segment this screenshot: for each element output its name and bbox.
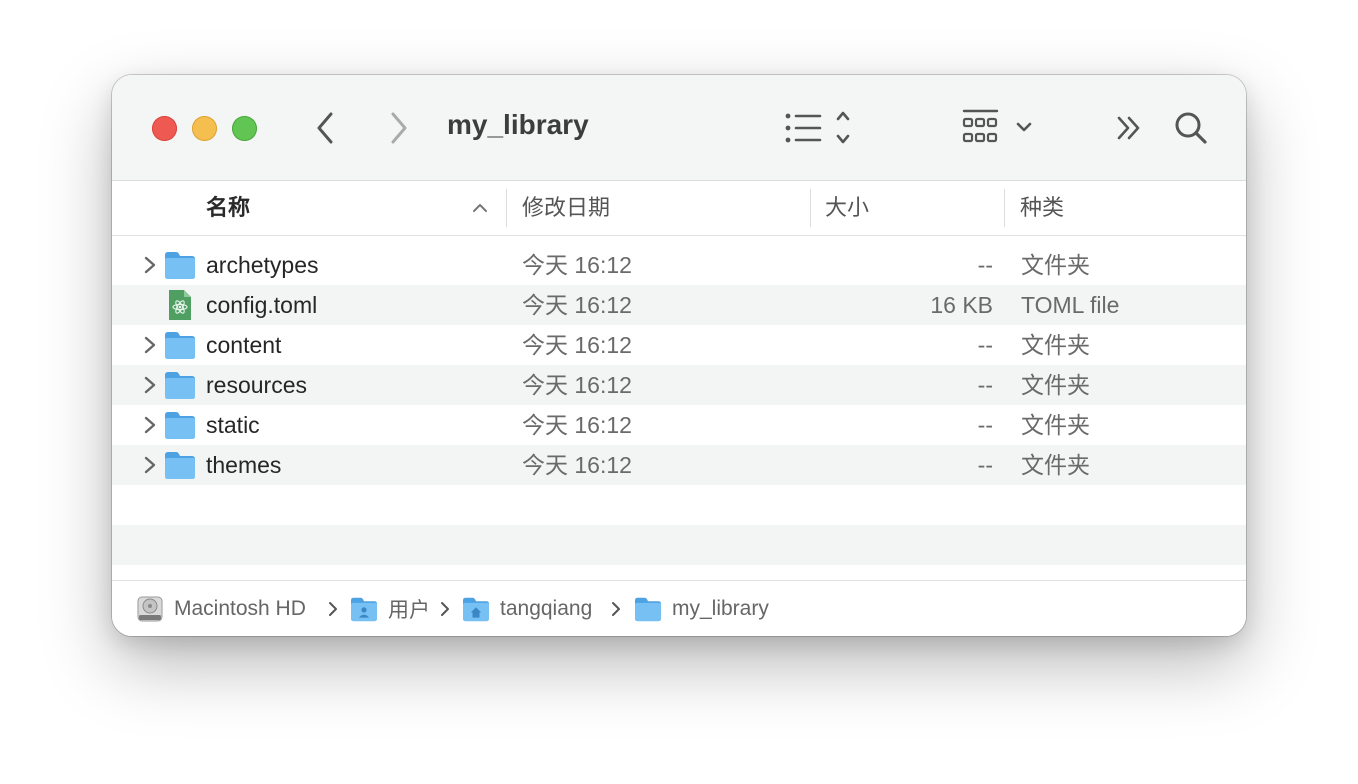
path-crumb-macintosh-hd[interactable]: Macintosh HD bbox=[136, 581, 306, 636]
chevron-left-icon bbox=[317, 112, 333, 144]
disclosure-triangle-icon[interactable] bbox=[140, 455, 160, 475]
folder-icon bbox=[634, 596, 662, 622]
disclosure-triangle-icon[interactable] bbox=[140, 255, 160, 275]
list-view-icon bbox=[785, 111, 850, 144]
file-row-archetypes[interactable]: archetypes 今天 16:12 -- 文件夹 bbox=[112, 245, 1246, 285]
path-crumb-users[interactable]: 用户 bbox=[350, 581, 430, 636]
column-size[interactable]: 大小 bbox=[825, 181, 869, 235]
folder-icon bbox=[165, 252, 195, 279]
file-kind: 文件夹 bbox=[1021, 252, 1090, 278]
file-row-content[interactable]: content 今天 16:12 -- 文件夹 bbox=[112, 325, 1246, 365]
file-row-static[interactable]: static 今天 16:12 -- 文件夹 bbox=[112, 405, 1246, 445]
path-bar: Macintosh HD 用户 tangqiang my_library bbox=[112, 580, 1246, 636]
path-crumb-label: tangqiang bbox=[500, 597, 593, 620]
chevron-right-icon bbox=[391, 112, 407, 144]
path-separator-icon bbox=[441, 602, 449, 616]
file-size: -- bbox=[977, 332, 993, 358]
file-size: -- bbox=[977, 412, 993, 438]
disclosure-triangle-icon[interactable] bbox=[140, 415, 160, 435]
path-crumb-label: Macintosh HD bbox=[174, 597, 306, 620]
file-date: 今天 16:12 bbox=[522, 332, 632, 358]
column-divider[interactable] bbox=[1004, 189, 1005, 227]
forward-button[interactable] bbox=[382, 109, 416, 147]
users-folder-icon bbox=[350, 596, 378, 622]
column-divider[interactable] bbox=[506, 189, 507, 227]
path-crumb-my-library[interactable]: my_library bbox=[634, 581, 769, 636]
disclosure-triangle-icon[interactable] bbox=[140, 375, 160, 395]
window-title: my_library bbox=[447, 109, 589, 140]
path-crumb-label: my_library bbox=[672, 597, 769, 620]
file-name: resources bbox=[206, 372, 307, 398]
search-button[interactable] bbox=[1172, 109, 1210, 147]
file-name: content bbox=[206, 332, 282, 358]
column-header: 名称 修改日期 大小 种类 bbox=[112, 181, 1246, 236]
file-date: 今天 16:12 bbox=[522, 372, 632, 398]
file-size: 16 KB bbox=[930, 292, 993, 318]
empty-row bbox=[112, 525, 1246, 565]
more-toolbar-button[interactable] bbox=[1112, 111, 1146, 145]
group-button[interactable] bbox=[961, 107, 1037, 149]
file-row-config-toml[interactable]: config.toml 今天 16:12 16 KB TOML file bbox=[112, 285, 1246, 325]
file-kind: 文件夹 bbox=[1021, 412, 1090, 438]
file-name: config.toml bbox=[206, 292, 318, 318]
back-button[interactable] bbox=[308, 109, 342, 147]
file-name: archetypes bbox=[206, 252, 319, 278]
path-separator-icon bbox=[612, 602, 620, 616]
toml-file-icon bbox=[169, 290, 191, 320]
zoom-button[interactable] bbox=[232, 116, 257, 141]
path-crumb-label: 用户 bbox=[388, 599, 430, 622]
file-size: -- bbox=[977, 452, 993, 478]
finder-window: my_library 名称 修改日期 大小 种类 archetypes 今天 1… bbox=[112, 75, 1246, 636]
toolbar: my_library bbox=[112, 75, 1246, 181]
file-date: 今天 16:12 bbox=[522, 292, 632, 318]
minimize-button[interactable] bbox=[192, 116, 217, 141]
file-size: -- bbox=[977, 252, 993, 278]
column-date[interactable]: 修改日期 bbox=[522, 181, 610, 235]
file-size: -- bbox=[977, 372, 993, 398]
file-row-resources[interactable]: resources 今天 16:12 -- 文件夹 bbox=[112, 365, 1246, 405]
file-kind: TOML file bbox=[1021, 292, 1120, 318]
path-crumb-home[interactable]: tangqiang bbox=[462, 581, 592, 636]
file-name: themes bbox=[206, 452, 282, 478]
column-name[interactable]: 名称 bbox=[206, 181, 250, 235]
group-grid-icon bbox=[962, 109, 1032, 143]
sort-ascending-icon bbox=[473, 204, 487, 212]
file-date: 今天 16:12 bbox=[522, 412, 632, 438]
file-kind: 文件夹 bbox=[1021, 452, 1090, 478]
home-folder-icon bbox=[462, 596, 490, 622]
file-date: 今天 16:12 bbox=[522, 252, 632, 278]
file-name: static bbox=[206, 412, 260, 438]
file-kind: 文件夹 bbox=[1021, 372, 1090, 398]
view-options-button[interactable] bbox=[780, 107, 860, 149]
folder-icon bbox=[165, 332, 195, 359]
disclosure-triangle-icon[interactable] bbox=[140, 335, 160, 355]
empty-row bbox=[112, 485, 1246, 525]
column-kind[interactable]: 种类 bbox=[1020, 181, 1064, 235]
file-list: archetypes 今天 16:12 -- 文件夹 config.toml 今… bbox=[112, 245, 1246, 565]
file-kind: 文件夹 bbox=[1021, 332, 1090, 358]
folder-icon bbox=[165, 372, 195, 399]
folder-icon bbox=[165, 412, 195, 439]
file-date: 今天 16:12 bbox=[522, 452, 632, 478]
file-row-themes[interactable]: themes 今天 16:12 -- 文件夹 bbox=[112, 445, 1246, 485]
path-separator-icon bbox=[329, 602, 337, 616]
double-chevron-right-icon bbox=[1117, 116, 1140, 140]
folder-icon bbox=[165, 452, 195, 479]
search-icon bbox=[1175, 112, 1207, 144]
hard-drive-icon bbox=[136, 595, 164, 623]
column-divider[interactable] bbox=[810, 189, 811, 227]
close-button[interactable] bbox=[152, 116, 177, 141]
